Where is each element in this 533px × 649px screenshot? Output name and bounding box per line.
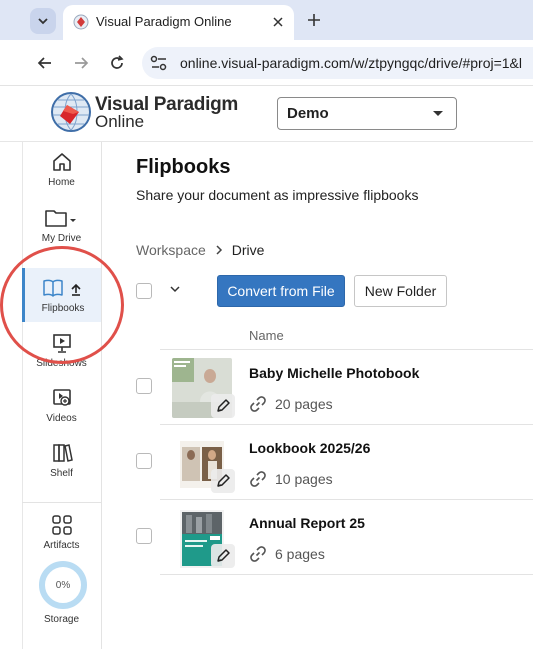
flipbook-pages: 20 pages [249,395,333,413]
chevron-down-icon [38,18,48,25]
table-row[interactable]: Baby Michelle Photobook 20 pages [136,350,533,425]
breadcrumb-current: Drive [231,242,265,258]
new-folder-button[interactable]: New Folder [354,275,447,307]
sidebar-item-label: Artifacts [43,540,80,551]
link-icon [250,396,266,412]
select-all-checkbox[interactable] [136,283,152,299]
column-header-name[interactable]: Name [249,328,284,343]
arrow-left-icon [37,57,51,69]
sidebar-item-flipbooks[interactable]: Flipbooks [22,268,101,322]
row-checkbox[interactable] [136,528,152,544]
edit-flipbook-button[interactable] [211,544,235,568]
site-settings-icon[interactable] [150,55,168,71]
address-bar[interactable]: online.visual-paradigm.com/w/ztpyngqc/dr… [142,47,533,79]
browser-toolbar: online.visual-paradigm.com/w/ztpyngqc/dr… [0,40,533,86]
visual-paradigm-favicon-icon [73,14,89,30]
close-icon[interactable] [270,14,286,30]
convert-from-file-button[interactable]: Convert from File [217,275,345,307]
flipbook-pages: 6 pages [249,545,325,563]
main-content: Flipbooks Share your document as impress… [102,142,533,649]
sidebar-item-home[interactable]: Home [22,150,101,198]
back-button[interactable] [34,52,56,74]
reload-button[interactable] [106,52,128,74]
sidebar-item-label: Flipbooks [41,303,85,314]
sidebar-item-my-drive[interactable]: My Drive [22,206,101,254]
sidebar-item-label: Slideshows [36,358,87,369]
sidebar-item-label: Home [48,177,75,188]
pencil-icon [217,474,230,487]
row-checkbox[interactable] [136,453,152,469]
sidebar-item-artifacts[interactable]: Artifacts [22,513,101,559]
breadcrumb: Workspace Drive [136,242,264,258]
page-count: 6 pages [275,546,325,562]
browser-tab-strip: Visual Paradigm Online [0,0,533,40]
storage-label: Storage [43,614,80,625]
link-icon [250,471,266,487]
shelf-icon [50,441,74,465]
grid-icon [50,513,74,537]
page-count: 20 pages [275,396,333,412]
plus-icon [308,14,320,26]
reload-icon [111,55,124,69]
chevron-down-icon [170,286,180,293]
workspace-dropdown[interactable]: Demo [277,97,457,130]
chevron-right-icon [215,243,223,258]
page-count: 10 pages [275,471,333,487]
edit-flipbook-button[interactable] [211,469,235,493]
video-icon [50,386,74,410]
flipbook-name[interactable]: Annual Report 25 [249,515,365,531]
app-header: Visual Paradigm Online Demo [0,86,533,142]
tab-search-button[interactable] [30,8,56,34]
flipbook-name[interactable]: Baby Michelle Photobook [249,365,419,381]
sidebar-item-videos[interactable]: Videos [22,386,101,432]
presentation-icon [50,331,74,355]
tab-title: Visual Paradigm Online [96,14,232,29]
pencil-icon [217,549,230,562]
sidebar-divider [22,502,101,503]
logo-subtitle: Online [95,112,145,131]
arrow-right-icon [75,57,89,69]
breadcrumb-workspace[interactable]: Workspace [136,242,206,258]
book-icon [41,276,85,300]
url-text: online.visual-paradigm.com/w/ztpyngqc/dr… [180,55,523,71]
sidebar: Home My Drive Flipbooks Slideshows Video… [0,142,102,649]
page-title: Flipbooks [136,156,231,178]
pencil-icon [217,399,230,412]
row-checkbox[interactable] [136,378,152,394]
forward-button[interactable] [70,52,92,74]
flipbook-pages: 10 pages [249,470,333,488]
page-subtitle: Share your document as impressive flipbo… [136,187,419,203]
row-divider [160,574,533,575]
caret-down-icon [433,111,443,116]
flipbook-name[interactable]: Lookbook 2025/26 [249,440,370,456]
table-row[interactable]: Lookbook 2025/26 10 pages [136,425,533,500]
home-icon [50,150,74,174]
workspace-value: Demo [287,105,329,122]
link-icon [250,546,266,562]
folder-icon [42,206,82,230]
storage-percent: 0% [55,579,71,591]
storage-gauge[interactable]: 0% [39,561,87,609]
sidebar-item-shelf[interactable]: Shelf [22,441,101,487]
sidebar-item-slideshows[interactable]: Slideshows [22,331,101,377]
edit-flipbook-button[interactable] [211,394,235,418]
sidebar-item-label: Shelf [50,468,73,479]
sidebar-item-label: Videos [46,413,77,424]
browser-tab[interactable]: Visual Paradigm Online [63,5,294,40]
table-row[interactable]: Annual Report 25 6 pages [136,500,533,575]
selection-menu-button[interactable] [168,282,182,296]
sidebar-item-label: My Drive [41,233,82,244]
new-tab-button[interactable] [304,10,324,30]
visual-paradigm-logo-icon[interactable] [50,91,92,133]
